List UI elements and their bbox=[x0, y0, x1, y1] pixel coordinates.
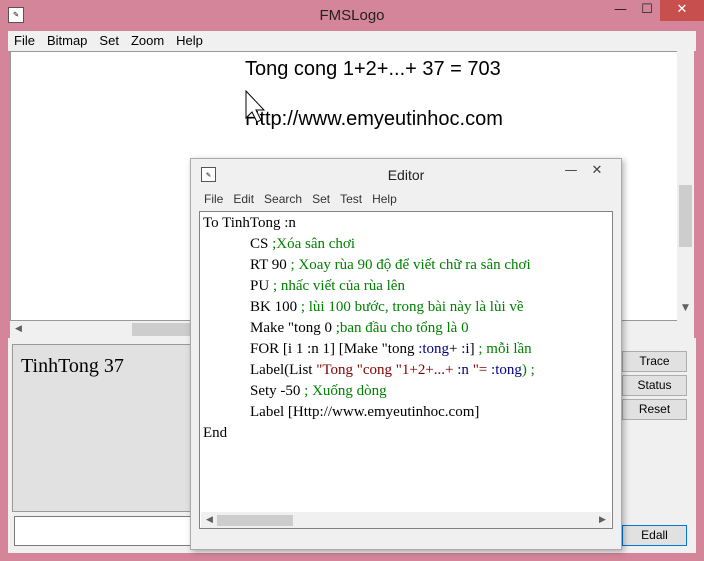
editor-horizontal-scrollbar[interactable]: ◀ ▶ bbox=[201, 512, 611, 528]
maximize-button[interactable]: ☐ bbox=[634, 0, 660, 21]
code-line: PU ; nhấc viết của rùa lên bbox=[250, 278, 405, 294]
code-line: CS ;Xóa sân chơi bbox=[250, 236, 356, 252]
canvas-label-total: Tong cong 1+2+...+ 37 = 703 bbox=[245, 58, 501, 80]
code-line: To TinhTong :n bbox=[203, 215, 296, 231]
status-button[interactable]: Status bbox=[622, 375, 687, 396]
code-line: Make "tong 0 ;ban đầu cho tổng là 0 bbox=[250, 320, 469, 336]
fmslogo-window: ✎ FMSLogo — ☐ ✕ File Bitmap Set Zoom Help To… bbox=[0, 0, 704, 561]
history-entry: TinhTong 37 bbox=[21, 355, 124, 377]
code-line: Sety -50 ; Xuống dòng bbox=[250, 383, 387, 399]
editor-menu-file[interactable]: File bbox=[199, 191, 228, 207]
trace-button[interactable]: Trace bbox=[622, 351, 687, 372]
menu-file[interactable]: File bbox=[8, 31, 41, 48]
editor-title: Editor bbox=[387, 167, 425, 183]
code-line: BK 100 ; lùi 100 bước, trong bài này là … bbox=[250, 299, 524, 315]
command-input[interactable] bbox=[14, 516, 194, 546]
menu-set[interactable]: Set bbox=[93, 31, 125, 48]
editor-close-button[interactable]: ✕ bbox=[585, 161, 609, 181]
menu-zoom[interactable]: Zoom bbox=[125, 31, 170, 48]
editor-menu-help[interactable]: Help bbox=[367, 191, 402, 207]
editor-title-bar: ✎ Editor — ✕ bbox=[191, 159, 621, 189]
close-button[interactable]: ✕ bbox=[660, 0, 704, 21]
menu-bar: File Bitmap Set Zoom Help bbox=[8, 31, 696, 51]
menu-help[interactable]: Help bbox=[170, 31, 209, 48]
code-line: End bbox=[203, 425, 228, 441]
canvas-label-url: Http://www.emyeutinhoc.com bbox=[245, 108, 503, 130]
canvas-vertical-scrollbar[interactable]: ▼ bbox=[677, 51, 694, 321]
scroll-down-arrow-icon[interactable]: ▼ bbox=[677, 303, 694, 313]
turtle-pointer-icon bbox=[245, 90, 265, 123]
editor-minimize-button[interactable]: — bbox=[559, 161, 583, 181]
command-history[interactable]: TinhTong 37 bbox=[12, 344, 192, 512]
reset-button[interactable]: Reset bbox=[622, 399, 687, 420]
vertical-scroll-thumb[interactable] bbox=[679, 185, 692, 247]
code-line: Label(List "Tong "cong "1+2+...+ :n "= :… bbox=[250, 362, 535, 378]
editor-menu-test[interactable]: Test bbox=[335, 191, 367, 207]
editor-menu-set[interactable]: Set bbox=[307, 191, 335, 207]
editor-window: ✎ Editor — ✕ File Edit Search Set Test Help T… bbox=[190, 158, 622, 550]
minimize-button[interactable]: — bbox=[607, 0, 634, 21]
window-title: FMSLogo bbox=[319, 7, 385, 24]
editor-code-area[interactable]: To TinhTong :n CS ;Xóa sân chơi RT 90 ; … bbox=[199, 211, 613, 529]
editor-scroll-right-icon[interactable]: ▶ bbox=[594, 515, 611, 525]
edall-button[interactable]: Edall bbox=[622, 525, 687, 546]
editor-menu-edit[interactable]: Edit bbox=[228, 191, 259, 207]
title-bar: ✎ FMSLogo — ☐ ✕ bbox=[0, 0, 704, 31]
code-line: Label [Http://www.emyeutinhoc.com] bbox=[250, 404, 480, 420]
scroll-left-arrow-icon[interactable]: ◀ bbox=[10, 324, 27, 334]
code-line: FOR [i 1 :n 1] [Make "tong :tong+ :i] ; … bbox=[250, 341, 532, 357]
editor-menu-search[interactable]: Search bbox=[259, 191, 307, 207]
editor-scroll-thumb[interactable] bbox=[217, 515, 293, 526]
menu-bitmap[interactable]: Bitmap bbox=[41, 31, 93, 48]
code-line: RT 90 ; Xoay rùa 90 độ để viết chữ ra sâ… bbox=[250, 257, 531, 273]
editor-scroll-left-icon[interactable]: ◀ bbox=[201, 515, 218, 525]
editor-menu-bar: File Edit Search Set Test Help bbox=[199, 191, 619, 209]
